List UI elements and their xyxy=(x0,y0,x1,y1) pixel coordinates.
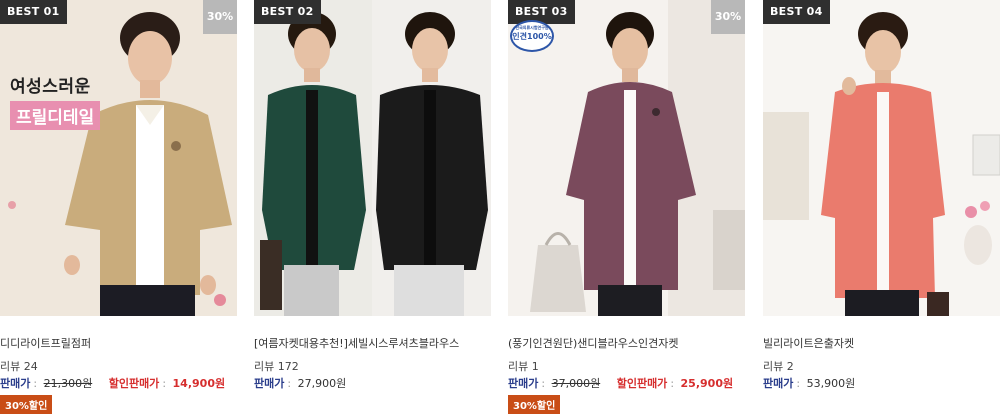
discount-tag-1: 30% xyxy=(203,0,237,34)
product-image-4[interactable]: BEST 04 xyxy=(763,0,1000,316)
sale-label-1: 할인판매가 xyxy=(108,377,160,390)
product-card-4[interactable]: BEST 04 빌리라이트은출자켓 리뷰 2 판매가: 53,900원 xyxy=(763,0,1000,416)
product-name-3[interactable]: (풍기인견원단)샌디블라우스인견자켓 xyxy=(508,335,679,351)
discount-badge-3: 30%할인 xyxy=(508,395,561,414)
product-card-3[interactable]: BEST 03 한국의류시험연구원 인견100% 30% (풍기인견원단)샌디블… xyxy=(508,0,745,416)
review-count-4: 리뷰 2 xyxy=(763,360,794,373)
product-image-3[interactable]: BEST 03 한국의류시험연구원 인견100% 30% xyxy=(508,0,745,316)
product-card-1[interactable]: BEST 01 30% 여성스러운 프릴디테일 디디라이트프릴점퍼 리뷰 24 … xyxy=(0,0,237,416)
product-card-2[interactable]: BEST 02 [여름자켓대용추천!]세빌시스루셔츠블라우스 리뷰 172 판매… xyxy=(254,0,491,416)
price-row-4: 판매가: 53,900원 xyxy=(763,377,856,390)
rank-badge-4: BEST 04 xyxy=(763,0,830,24)
rank-badge-3: BEST 03 xyxy=(508,0,575,24)
sale-price-3: 25,900원 xyxy=(680,377,734,390)
price-label-3: 판매가 xyxy=(508,377,539,390)
model-photo-1 xyxy=(0,0,237,316)
certification-stamp: 한국의류시험연구원 인견100% xyxy=(510,20,554,52)
discount-tag-3: 30% xyxy=(711,0,745,34)
model-photo-4 xyxy=(763,0,1000,316)
price-row-1: 판매가: 21,300원 할인판매가: 14,900원 xyxy=(0,377,226,390)
product-name-4[interactable]: 빌리라이트은출자켓 xyxy=(763,335,854,351)
review-count-1: 리뷰 24 xyxy=(0,360,38,373)
product-image-2[interactable]: BEST 02 xyxy=(254,0,491,316)
price-4: 53,900원 xyxy=(806,377,856,390)
price-label-1: 판매가 xyxy=(0,377,31,390)
price-row-2: 판매가: 27,900원 xyxy=(254,377,347,390)
price-row-3: 판매가: 37,000원 할인판매가: 25,900원 xyxy=(508,377,734,390)
best-products-grid: BEST 01 30% 여성스러운 프릴디테일 디디라이트프릴점퍼 리뷰 24 … xyxy=(0,0,1000,416)
model-photo-2 xyxy=(254,0,491,316)
rank-badge-2: BEST 02 xyxy=(254,0,321,24)
review-count-3: 리뷰 1 xyxy=(508,360,539,373)
product-name-2[interactable]: [여름자켓대용추천!]세빌시스루셔츠블라우스 xyxy=(254,335,459,351)
product-name-1[interactable]: 디디라이트프릴점퍼 xyxy=(0,335,91,351)
promo-line-2: 프릴디테일 xyxy=(10,101,101,130)
promo-line-1: 여성스러운 xyxy=(10,77,91,97)
discount-badge-1: 30%할인 xyxy=(0,395,53,414)
price-2: 27,900원 xyxy=(297,377,347,390)
sale-price-1: 14,900원 xyxy=(172,377,226,390)
original-price-1: 21,300원 xyxy=(43,377,93,390)
price-label-4: 판매가 xyxy=(763,377,794,390)
sale-label-3: 할인판매가 xyxy=(616,377,668,390)
product-image-1[interactable]: BEST 01 30% 여성스러운 프릴디테일 xyxy=(0,0,237,316)
stamp-text: 인견100% xyxy=(512,32,552,41)
price-label-2: 판매가 xyxy=(254,377,285,390)
review-count-2: 리뷰 172 xyxy=(254,360,299,373)
rank-badge-1: BEST 01 xyxy=(0,0,67,24)
promo-overlay-1: 여성스러운 프릴디테일 xyxy=(10,72,101,130)
original-price-3: 37,000원 xyxy=(551,377,601,390)
